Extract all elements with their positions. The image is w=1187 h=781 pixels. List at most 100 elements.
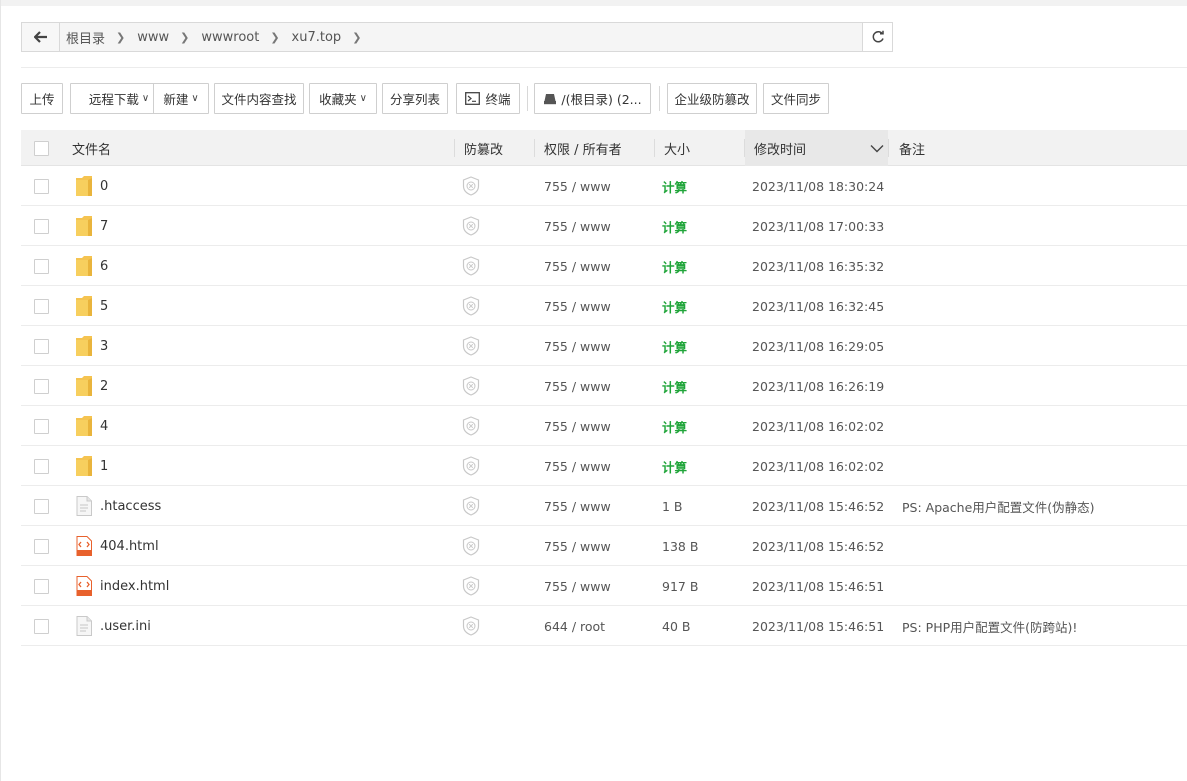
permission-owner[interactable]: 755 / www bbox=[544, 526, 611, 566]
row-checkbox[interactable] bbox=[34, 258, 49, 274]
shield-x-icon[interactable] bbox=[462, 566, 480, 606]
enterprise-tamper-button[interactable]: 企业级防篡改 bbox=[667, 83, 757, 114]
calculate-size-link[interactable]: 计算 bbox=[662, 246, 687, 286]
file-size: 917 B bbox=[662, 578, 699, 594]
row-checkbox[interactable] bbox=[34, 298, 49, 314]
table-row[interactable]: 6 755 / www 计算 2023/11/08 16:35:32 bbox=[21, 246, 1187, 286]
favorites-button[interactable]: 收藏夹 ∨ bbox=[309, 83, 377, 114]
select-all-checkbox[interactable] bbox=[34, 140, 49, 156]
table-row[interactable]: 3 755 / www 计算 2023/11/08 16:29:05 bbox=[21, 326, 1187, 366]
column-header-name[interactable]: 文件名 bbox=[72, 130, 111, 166]
shield-x-icon[interactable] bbox=[462, 246, 480, 286]
permission-owner[interactable]: 755 / www bbox=[544, 326, 611, 366]
disk-button[interactable]: /(根目录) (2... bbox=[534, 83, 651, 114]
chevron-down-icon: ∨ bbox=[359, 93, 367, 104]
permission-owner[interactable]: 755 / www bbox=[544, 366, 611, 406]
row-checkbox[interactable] bbox=[34, 338, 49, 354]
table-row[interactable]: 5 755 / www 计算 2023/11/08 16:32:45 bbox=[21, 286, 1187, 326]
shield-x-icon[interactable] bbox=[462, 486, 480, 526]
calculate-size-link[interactable]: 计算 bbox=[662, 206, 687, 246]
table-row[interactable]: 2 755 / www 计算 2023/11/08 16:26:19 bbox=[21, 366, 1187, 406]
calculate-size-link[interactable]: 计算 bbox=[662, 286, 687, 326]
share-list-button[interactable]: 分享列表 bbox=[382, 83, 448, 114]
shield-x-icon[interactable] bbox=[462, 366, 480, 406]
modified-time: 2023/11/08 16:29:05 bbox=[752, 338, 885, 354]
file-name[interactable]: index.html bbox=[100, 566, 169, 606]
calculate-size-link[interactable]: 计算 bbox=[662, 446, 687, 486]
shield-x-icon[interactable] bbox=[462, 206, 480, 246]
row-checkbox[interactable] bbox=[34, 378, 49, 394]
row-checkbox[interactable] bbox=[34, 498, 49, 514]
permission-owner[interactable]: 755 / www bbox=[544, 406, 611, 446]
html-file-icon bbox=[73, 526, 95, 566]
row-checkbox[interactable] bbox=[34, 418, 49, 434]
file-icon bbox=[73, 486, 95, 526]
permission-owner[interactable]: 755 / www bbox=[544, 446, 611, 486]
shield-x-icon[interactable] bbox=[462, 526, 480, 566]
chevron-right-icon: ❯ bbox=[116, 30, 126, 44]
terminal-button[interactable]: 终端 bbox=[456, 83, 520, 114]
calculate-size-link[interactable]: 计算 bbox=[662, 406, 687, 446]
breadcrumb-item-site[interactable]: xu7.top ❯ bbox=[292, 30, 374, 45]
shield-x-icon[interactable] bbox=[462, 446, 480, 486]
breadcrumb-item-root[interactable]: 根目录 ❯ bbox=[66, 28, 137, 47]
permission-owner[interactable]: 755 / www bbox=[544, 286, 611, 326]
table-row[interactable]: 0 755 / www 计算 2023/11/08 18:30:24 bbox=[21, 166, 1187, 206]
row-checkbox[interactable] bbox=[34, 538, 49, 554]
file-name[interactable]: 404.html bbox=[100, 526, 159, 566]
shield-x-icon[interactable] bbox=[462, 406, 480, 446]
table-row[interactable]: 7 755 / www 计算 2023/11/08 17:00:33 bbox=[21, 206, 1187, 246]
column-label: 文件名 bbox=[72, 142, 112, 158]
table-row[interactable]: 1 755 / www 计算 2023/11/08 16:02:02 bbox=[21, 446, 1187, 486]
permission-owner[interactable]: 755 / www bbox=[544, 246, 611, 286]
shield-x-icon[interactable] bbox=[462, 286, 480, 326]
file-name[interactable]: 2 bbox=[100, 366, 108, 406]
permission-owner[interactable]: 755 / www bbox=[544, 486, 611, 526]
row-checkbox[interactable] bbox=[34, 178, 49, 194]
file-sync-button[interactable]: 文件同步 bbox=[763, 83, 829, 114]
table-row[interactable]: .user.ini 644 / root 40 B 2023/11/08 15:46:… bbox=[21, 606, 1187, 646]
calculate-size-link[interactable]: 计算 bbox=[662, 326, 687, 366]
file-name[interactable]: .htaccess bbox=[100, 486, 161, 526]
file-name[interactable]: 1 bbox=[100, 446, 108, 486]
calculate-size-link[interactable]: 计算 bbox=[662, 166, 687, 206]
column-label: 大小 bbox=[664, 142, 691, 158]
row-checkbox[interactable] bbox=[34, 578, 49, 594]
permission-owner[interactable]: 755 / www bbox=[544, 166, 611, 206]
file-name[interactable]: 4 bbox=[100, 406, 108, 446]
path-bar: 根目录 ❯ www ❯ wwwroot ❯ xu7.top ❯ bbox=[21, 22, 893, 52]
file-name[interactable]: 0 bbox=[100, 166, 108, 206]
column-header-size[interactable]: 大小 bbox=[664, 130, 690, 166]
shield-x-icon[interactable] bbox=[462, 606, 480, 646]
breadcrumb-item-wwwroot[interactable]: wwwroot ❯ bbox=[201, 30, 291, 45]
modified-time: 2023/11/08 15:46:52 bbox=[752, 498, 885, 514]
column-header-mtime[interactable]: 修改时间 bbox=[754, 130, 884, 166]
file-name[interactable]: 6 bbox=[100, 246, 108, 286]
refresh-button[interactable] bbox=[862, 23, 892, 51]
permission-owner[interactable]: 755 / www bbox=[544, 206, 611, 246]
folder-icon bbox=[73, 366, 95, 406]
upload-button[interactable]: 上传 bbox=[21, 83, 63, 114]
table-row[interactable]: index.html 755 / www 917 B 2023/11/08 15:46… bbox=[21, 566, 1187, 606]
column-header-perm[interactable]: 权限 / 所有者 bbox=[544, 130, 622, 166]
permission-owner[interactable]: 755 / www bbox=[544, 566, 611, 606]
row-checkbox[interactable] bbox=[34, 218, 49, 234]
search-content-button[interactable]: 文件内容查找 bbox=[214, 83, 304, 114]
file-name[interactable]: 5 bbox=[100, 286, 108, 326]
table-row[interactable]: 404.html 755 / www 138 B 2023/11/08 15:46:5… bbox=[21, 526, 1187, 566]
calculate-size-link[interactable]: 计算 bbox=[662, 366, 687, 406]
permission-owner[interactable]: 644 / root bbox=[544, 606, 605, 646]
new-button[interactable]: 新建 ∨ bbox=[153, 83, 209, 114]
row-checkbox[interactable] bbox=[34, 458, 49, 474]
table-row[interactable]: .htaccess 755 / www 1 B 2023/11/08 15:46:52… bbox=[21, 486, 1187, 526]
file-name[interactable]: 3 bbox=[100, 326, 108, 366]
breadcrumb-item-www[interactable]: www ❯ bbox=[137, 30, 201, 45]
shield-x-icon[interactable] bbox=[462, 166, 480, 206]
file-name[interactable]: 7 bbox=[100, 206, 108, 246]
modified-time: 2023/11/08 17:00:33 bbox=[752, 218, 885, 234]
table-row[interactable]: 4 755 / www 计算 2023/11/08 16:02:02 bbox=[21, 406, 1187, 446]
row-checkbox[interactable] bbox=[34, 618, 49, 634]
back-button[interactable] bbox=[22, 23, 60, 51]
file-name[interactable]: .user.ini bbox=[100, 606, 151, 646]
shield-x-icon[interactable] bbox=[462, 326, 480, 366]
